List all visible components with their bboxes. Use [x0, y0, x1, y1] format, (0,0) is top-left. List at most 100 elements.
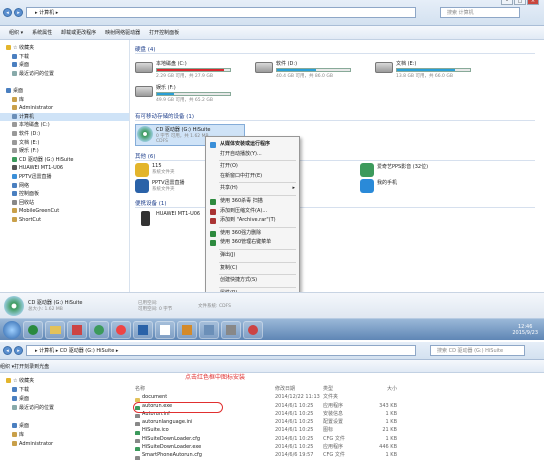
toolbar-button[interactable]: 组织 ▾	[0, 363, 14, 370]
taskbar-app-icon[interactable]	[177, 320, 197, 339]
file-row[interactable]: document 2014/12/22 11:13 文件夹	[135, 393, 405, 402]
nav-item[interactable]: 文档 (E:)	[0, 139, 129, 148]
minimize-button[interactable]: –	[501, 0, 513, 5]
nav-item[interactable]: 网络	[0, 182, 129, 191]
nav-item[interactable]: ☆ 收藏夹	[0, 44, 129, 53]
menu-item[interactable]: 使用 360管理右键菜单	[206, 238, 299, 248]
nav-item[interactable]: Administrator	[0, 440, 130, 449]
taskbar-app-icon[interactable]	[67, 320, 87, 339]
drive-item[interactable]: 文档 (E:) 13.8 GB 可用，共 66.0 GB	[375, 60, 471, 79]
menu-item[interactable]: 打开(O)	[206, 162, 299, 172]
toolbar-button[interactable]: 打开控制面板	[149, 29, 179, 36]
nav-item[interactable]: Administrator	[0, 104, 129, 113]
search-input[interactable]: 搜索 CD 驱动器 (G:) HiSuite	[430, 345, 525, 356]
file-row[interactable]: SmartPhoneAutorun.cfg 2014/6/6 19:57 CFG 文…	[135, 451, 405, 460]
taskbar-app-icon[interactable]	[155, 320, 175, 339]
toolbar-button[interactable]: 刻录到光盘	[24, 363, 49, 370]
file-row[interactable]: HiSuite.ico 2014/6/1 10:25 图标 21 KB	[135, 426, 405, 435]
column-header[interactable]: 名称	[135, 385, 275, 393]
menu-item[interactable]: 创建快捷方式(S)	[206, 276, 299, 286]
file-row[interactable]: HiSuiteDownLoader.exe 2014/6/1 10:25 应用程序 4…	[135, 443, 405, 452]
hard-disk-icon	[255, 62, 273, 73]
file-row[interactable]: autorunlanguage.ini 2014/6/1 10:25 配置设置 1 K…	[135, 418, 405, 427]
nav-item-icon	[6, 45, 11, 50]
search-input[interactable]: 搜索 计算机	[440, 7, 520, 18]
portable-device-item[interactable]: HUAWEI MT1-U06	[135, 211, 535, 226]
nav-item[interactable]: 最近访问的位置	[0, 404, 130, 413]
other-item[interactable]: 115 系统文件夹	[135, 163, 175, 177]
taskbar-app-icon[interactable]	[133, 320, 153, 339]
menu-item[interactable]: 弹出(J)	[206, 251, 299, 261]
menu-item-label: 使用 360强力删除	[220, 229, 262, 236]
nav-item[interactable]: ShortCut	[0, 216, 129, 225]
menu-item[interactable]: 添加到 "Archive.rar"(T)	[206, 216, 299, 226]
taskbar-app-icon[interactable]	[89, 320, 109, 339]
nav-item[interactable]: 桌面	[0, 395, 130, 404]
nav-item[interactable]: 下载	[0, 53, 129, 62]
menu-item[interactable]: 共享(H) ▸	[206, 184, 299, 194]
file-type: 配置设置	[323, 419, 344, 426]
taskbar-app-icon[interactable]	[199, 320, 219, 339]
toolbar-button[interactable]: 映射网络驱动器	[105, 29, 140, 36]
other-item[interactable]: 爱奇艺PPS影音 (32位)	[360, 163, 428, 177]
app-icon	[360, 179, 374, 193]
file-type: CFG 文件	[323, 452, 345, 459]
nav-item[interactable]: 计算机	[0, 112, 129, 122]
menu-item[interactable]: 在新窗口中打开(E)	[206, 172, 299, 182]
nav-item[interactable]: 控制面板	[0, 190, 129, 199]
forward-button[interactable]: ▸	[14, 8, 23, 17]
forward-button[interactable]: ▸	[14, 346, 23, 355]
taskbar-app-icon[interactable]	[243, 320, 263, 339]
column-header[interactable]: 修改日期	[275, 385, 323, 393]
drive-item[interactable]: 本地磁盘 (C:) 2.29 GB 可用，共 27.9 GB	[135, 60, 231, 79]
nav-item[interactable]: 桌面	[0, 422, 130, 431]
nav-item[interactable]: 下载	[0, 386, 130, 395]
menu-item[interactable]: 复制(C)	[206, 264, 299, 274]
breadcrumb[interactable]: ▸ 计算机 ▸	[26, 7, 416, 18]
other-item[interactable]: PPTV迅雷直播 系统文件夹	[135, 179, 185, 193]
taskbar-folder-icon[interactable]	[45, 320, 65, 339]
nav-item[interactable]: CD 驱动器 (G:) HiSuite	[0, 156, 129, 165]
menu-item[interactable]: 从媒体安装或运行程序	[206, 140, 299, 150]
nav-item[interactable]: PPTV迅雷直播	[0, 173, 129, 182]
clock[interactable]: 12:46 2015/9/23	[512, 324, 538, 336]
nav-item[interactable]: 最近访问的位置	[0, 70, 129, 79]
nav-item[interactable]: MobileGreenCut	[0, 207, 129, 216]
start-button[interactable]	[3, 320, 21, 339]
file-row[interactable]: HiSuiteDownLoader.cfg 2014/6/1 10:25 CFG 文…	[135, 435, 405, 444]
toolbar-button[interactable]: 卸载或更改程序	[61, 29, 96, 36]
close-button[interactable]: ×	[527, 0, 539, 5]
taskbar-app-icon[interactable]	[23, 320, 43, 339]
nav-item[interactable]: 本地磁盘 (C:)	[0, 121, 129, 130]
nav-item[interactable]: 软件 (D:)	[0, 130, 129, 139]
nav-item[interactable]	[0, 413, 130, 422]
drive-item[interactable]: 软件 (D:) 40.4 GB 可用，共 86.0 GB	[255, 60, 351, 79]
file-name: HiSuiteDownLoader.exe	[135, 443, 275, 452]
breadcrumb[interactable]: ▸ 计算机 ▸ CD 驱动器 (G:) HiSuite ▸	[26, 345, 416, 356]
nav-item[interactable]: 库	[0, 96, 129, 105]
column-header[interactable]: 大小	[365, 385, 397, 393]
taskbar-app-icon[interactable]	[111, 320, 131, 339]
drive-item[interactable]: 娱乐 (F:) 49.9 GB 可用，共 65.2 GB	[135, 84, 231, 103]
nav-item[interactable]: 库	[0, 431, 130, 440]
menu-item[interactable]: 打开自动播放(Y)...	[206, 150, 299, 160]
nav-item[interactable]: ☆ 收藏夹	[0, 377, 130, 386]
menu-item[interactable]: 使用 360强力删除	[206, 229, 299, 239]
nav-item[interactable]: 桌面	[0, 61, 129, 70]
taskbar-app-icon[interactable]	[221, 320, 241, 339]
nav-item[interactable]: HUAWEI MT1-U06	[0, 164, 129, 173]
back-button[interactable]: ◂	[3, 8, 12, 17]
nav-item[interactable]: 桌面	[0, 87, 129, 96]
toolbar-button[interactable]: 系统属性	[32, 29, 52, 36]
nav-item[interactable]	[0, 78, 129, 87]
maximize-button[interactable]: □	[514, 0, 526, 5]
back-button[interactable]: ◂	[3, 346, 12, 355]
menu-item[interactable]: 添加到压缩文件(A)...	[206, 207, 299, 217]
column-header[interactable]: 类型	[323, 385, 365, 393]
toolbar-button[interactable]: 打开	[14, 363, 24, 370]
toolbar-button[interactable]: 组织 ▾	[9, 29, 23, 36]
other-item[interactable]: 我的手机	[360, 179, 397, 193]
menu-item[interactable]: 使用 360杀毒 扫描	[206, 197, 299, 207]
nav-item[interactable]: 娱乐 (F:)	[0, 147, 129, 156]
nav-item[interactable]: 回收站	[0, 199, 129, 208]
